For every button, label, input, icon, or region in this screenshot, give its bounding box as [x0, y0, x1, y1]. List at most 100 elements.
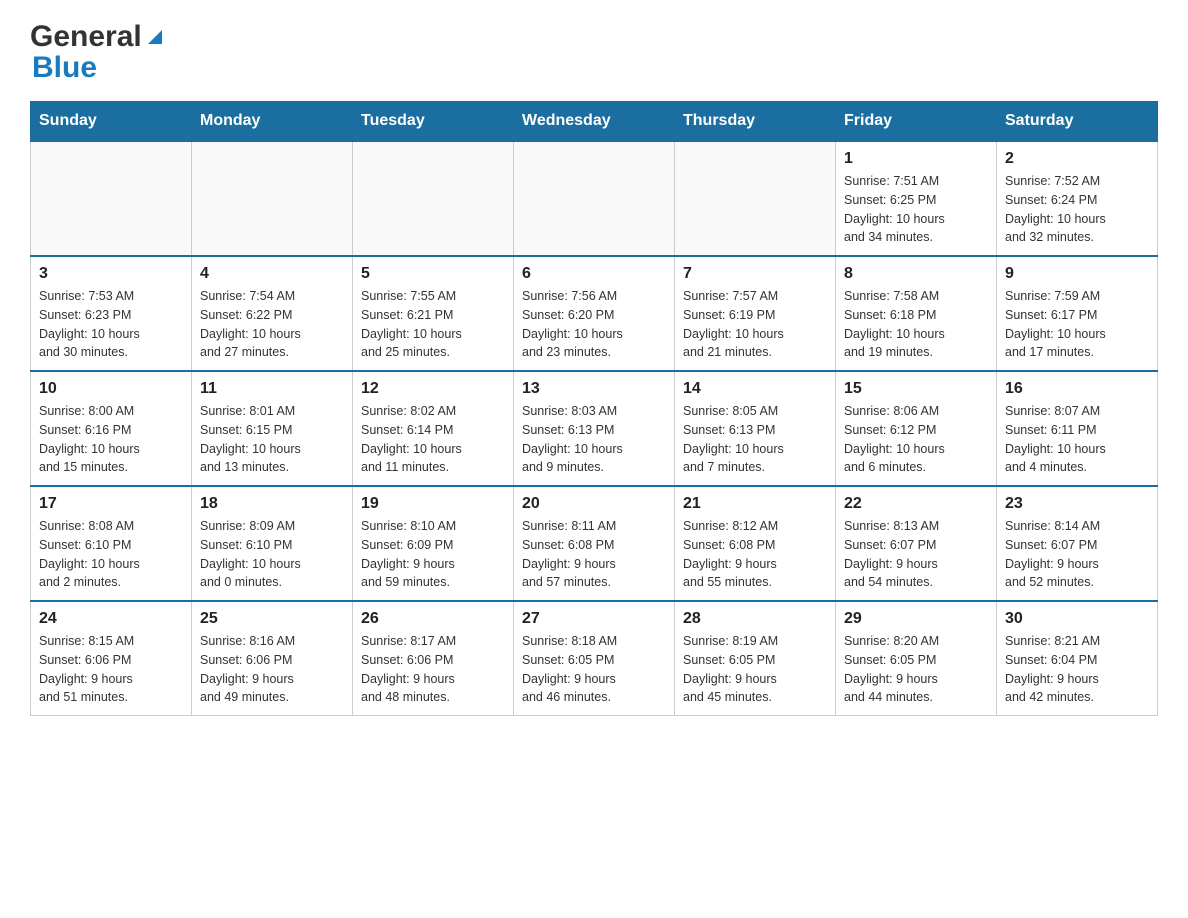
day-number: 19: [361, 495, 505, 513]
calendar-week-row: 3 Sunrise: 7:53 AMSunset: 6:23 PMDaylight…: [31, 256, 1158, 371]
day-number: 10: [39, 380, 183, 398]
calendar-day-cell: 27 Sunrise: 8:18 AMSunset: 6:05 PMDayligh…: [514, 601, 675, 716]
day-info: Sunrise: 8:13 AMSunset: 6:07 PMDaylight:…: [844, 517, 988, 592]
page-header: General Blue: [30, 20, 1158, 81]
calendar-day-cell: 15Sunrise: 8:06 AMSunset: 6:12 PMDayligh…: [836, 371, 997, 486]
day-info: Sunrise: 7:55 AMSunset: 6:21 PMDaylight:…: [361, 287, 505, 362]
calendar-week-row: 24 Sunrise: 8:15 AMSunset: 6:06 PMDayligh…: [31, 601, 1158, 716]
day-number: 13: [522, 380, 666, 398]
day-number: 25: [200, 610, 344, 628]
day-info: Sunrise: 8:16 AMSunset: 6:06 PMDaylight:…: [200, 632, 344, 707]
day-number: 3: [39, 265, 183, 283]
calendar-day-cell: 25 Sunrise: 8:16 AMSunset: 6:06 PMDayligh…: [192, 601, 353, 716]
day-number: 18: [200, 495, 344, 513]
calendar-week-row: 1 Sunrise: 7:51 AMSunset: 6:25 PMDaylight…: [31, 141, 1158, 256]
day-info: Sunrise: 7:52 AMSunset: 6:24 PMDaylight:…: [1005, 172, 1149, 247]
calendar-day-cell: 20 Sunrise: 8:11 AMSunset: 6:08 PMDayligh…: [514, 486, 675, 601]
day-number: 23: [1005, 495, 1149, 513]
day-number: 14: [683, 380, 827, 398]
calendar-day-cell: 18Sunrise: 8:09 AMSunset: 6:10 PMDayligh…: [192, 486, 353, 601]
calendar-day-cell: 23 Sunrise: 8:14 AMSunset: 6:07 PMDayligh…: [997, 486, 1158, 601]
logo-triangle-icon: [144, 26, 166, 48]
day-number: 28: [683, 610, 827, 628]
day-number: 9: [1005, 265, 1149, 283]
day-info: Sunrise: 8:20 AMSunset: 6:05 PMDaylight:…: [844, 632, 988, 707]
calendar-day-cell: 22Sunrise: 8:13 AMSunset: 6:07 PMDayligh…: [836, 486, 997, 601]
calendar-day-cell: 6 Sunrise: 7:56 AMSunset: 6:20 PMDaylight…: [514, 256, 675, 371]
calendar-day-cell: 13 Sunrise: 8:03 AMSunset: 6:13 PMDayligh…: [514, 371, 675, 486]
day-info: Sunrise: 8:01 AMSunset: 6:15 PMDaylight:…: [200, 402, 344, 477]
day-info: Sunrise: 8:06 AMSunset: 6:12 PMDaylight:…: [844, 402, 988, 477]
day-info: Sunrise: 8:03 AMSunset: 6:13 PMDaylight:…: [522, 402, 666, 477]
day-number: 8: [844, 265, 988, 283]
day-info: Sunrise: 7:53 AMSunset: 6:23 PMDaylight:…: [39, 287, 183, 362]
calendar-day-cell: 19 Sunrise: 8:10 AMSunset: 6:09 PMDayligh…: [353, 486, 514, 601]
calendar-day-cell: 11 Sunrise: 8:01 AMSunset: 6:15 PMDayligh…: [192, 371, 353, 486]
calendar-day-cell: 17Sunrise: 8:08 AMSunset: 6:10 PMDayligh…: [31, 486, 192, 601]
day-info: Sunrise: 8:12 AMSunset: 6:08 PMDaylight:…: [683, 517, 827, 592]
calendar-day-cell: 12 Sunrise: 8:02 AMSunset: 6:14 PMDayligh…: [353, 371, 514, 486]
calendar-day-cell: [353, 141, 514, 256]
logo-blue: Blue: [32, 54, 97, 81]
calendar-day-cell: 30 Sunrise: 8:21 AMSunset: 6:04 PMDayligh…: [997, 601, 1158, 716]
day-info: Sunrise: 7:57 AMSunset: 6:19 PMDaylight:…: [683, 287, 827, 362]
calendar-day-cell: 3 Sunrise: 7:53 AMSunset: 6:23 PMDaylight…: [31, 256, 192, 371]
day-info: Sunrise: 8:10 AMSunset: 6:09 PMDaylight:…: [361, 517, 505, 592]
day-number: 4: [200, 265, 344, 283]
day-info: Sunrise: 8:17 AMSunset: 6:06 PMDaylight:…: [361, 632, 505, 707]
day-info: Sunrise: 7:58 AMSunset: 6:18 PMDaylight:…: [844, 287, 988, 362]
day-number: 24: [39, 610, 183, 628]
calendar-header-row: SundayMondayTuesdayWednesdayThursdayFrid…: [31, 102, 1158, 142]
day-info: Sunrise: 7:51 AMSunset: 6:25 PMDaylight:…: [844, 172, 988, 247]
day-info: Sunrise: 8:00 AMSunset: 6:16 PMDaylight:…: [39, 402, 183, 477]
day-info: Sunrise: 7:54 AMSunset: 6:22 PMDaylight:…: [200, 287, 344, 362]
day-number: 2: [1005, 150, 1149, 168]
day-number: 11: [200, 380, 344, 398]
calendar-day-cell: 8 Sunrise: 7:58 AMSunset: 6:18 PMDaylight…: [836, 256, 997, 371]
calendar-day-cell: 5 Sunrise: 7:55 AMSunset: 6:21 PMDaylight…: [353, 256, 514, 371]
weekday-header-sunday: Sunday: [31, 102, 192, 142]
calendar-day-cell: 26 Sunrise: 8:17 AMSunset: 6:06 PMDayligh…: [353, 601, 514, 716]
calendar-day-cell: [514, 141, 675, 256]
day-number: 20: [522, 495, 666, 513]
day-info: Sunrise: 8:14 AMSunset: 6:07 PMDaylight:…: [1005, 517, 1149, 592]
calendar-day-cell: 1 Sunrise: 7:51 AMSunset: 6:25 PMDaylight…: [836, 141, 997, 256]
calendar-week-row: 17Sunrise: 8:08 AMSunset: 6:10 PMDayligh…: [31, 486, 1158, 601]
weekday-header-wednesday: Wednesday: [514, 102, 675, 142]
calendar-day-cell: 10 Sunrise: 8:00 AMSunset: 6:16 PMDayligh…: [31, 371, 192, 486]
day-info: Sunrise: 8:05 AMSunset: 6:13 PMDaylight:…: [683, 402, 827, 477]
day-number: 12: [361, 380, 505, 398]
calendar-day-cell: 4 Sunrise: 7:54 AMSunset: 6:22 PMDaylight…: [192, 256, 353, 371]
day-number: 29: [844, 610, 988, 628]
day-number: 17: [39, 495, 183, 513]
day-number: 1: [844, 150, 988, 168]
day-number: 30: [1005, 610, 1149, 628]
day-number: 5: [361, 265, 505, 283]
calendar-day-cell: [31, 141, 192, 256]
day-info: Sunrise: 7:56 AMSunset: 6:20 PMDaylight:…: [522, 287, 666, 362]
logo-general: General: [30, 20, 142, 54]
day-info: Sunrise: 8:18 AMSunset: 6:05 PMDaylight:…: [522, 632, 666, 707]
calendar-day-cell: 7Sunrise: 7:57 AMSunset: 6:19 PMDaylight…: [675, 256, 836, 371]
day-info: Sunrise: 7:59 AMSunset: 6:17 PMDaylight:…: [1005, 287, 1149, 362]
day-number: 21: [683, 495, 827, 513]
day-info: Sunrise: 8:11 AMSunset: 6:08 PMDaylight:…: [522, 517, 666, 592]
calendar-day-cell: 14 Sunrise: 8:05 AMSunset: 6:13 PMDayligh…: [675, 371, 836, 486]
day-number: 26: [361, 610, 505, 628]
day-number: 16: [1005, 380, 1149, 398]
day-info: Sunrise: 8:19 AMSunset: 6:05 PMDaylight:…: [683, 632, 827, 707]
day-info: Sunrise: 8:15 AMSunset: 6:06 PMDaylight:…: [39, 632, 183, 707]
weekday-header-monday: Monday: [192, 102, 353, 142]
day-info: Sunrise: 8:21 AMSunset: 6:04 PMDaylight:…: [1005, 632, 1149, 707]
weekday-header-saturday: Saturday: [997, 102, 1158, 142]
calendar-table: SundayMondayTuesdayWednesdayThursdayFrid…: [30, 101, 1158, 716]
calendar-day-cell: 24 Sunrise: 8:15 AMSunset: 6:06 PMDayligh…: [31, 601, 192, 716]
logo: General Blue: [30, 20, 166, 81]
day-number: 27: [522, 610, 666, 628]
day-info: Sunrise: 8:07 AMSunset: 6:11 PMDaylight:…: [1005, 402, 1149, 477]
calendar-day-cell: 2 Sunrise: 7:52 AMSunset: 6:24 PMDaylight…: [997, 141, 1158, 256]
day-info: Sunrise: 8:02 AMSunset: 6:14 PMDaylight:…: [361, 402, 505, 477]
calendar-week-row: 10 Sunrise: 8:00 AMSunset: 6:16 PMDayligh…: [31, 371, 1158, 486]
calendar-day-cell: [675, 141, 836, 256]
day-number: 6: [522, 265, 666, 283]
